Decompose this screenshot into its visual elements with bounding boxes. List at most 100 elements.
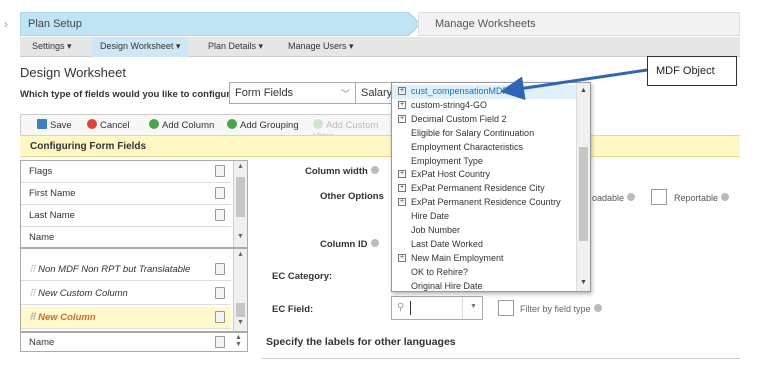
drag-handle-icon[interactable]: ⠿ bbox=[29, 264, 38, 274]
list-item[interactable]: First Name bbox=[21, 183, 231, 205]
dropdown-option[interactable]: + New Main Employment bbox=[392, 252, 576, 266]
scroll-down-icon[interactable]: ▼ bbox=[580, 279, 587, 286]
field-list-middle[interactable]: ⠿ Non MDF Non RPT but Translatable ⠿ New… bbox=[20, 248, 248, 332]
dropdown-option[interactable]: Employment Type bbox=[392, 155, 576, 169]
field-list-bottom[interactable]: Name ▲ ▼ bbox=[20, 332, 248, 352]
expand-plus-icon[interactable]: + bbox=[398, 114, 406, 123]
option-label: ExPat Host Country bbox=[411, 169, 491, 180]
cancel-icon bbox=[87, 119, 97, 129]
dropdown-option[interactable]: Eligible for Salary Continuation bbox=[392, 127, 576, 141]
expand-plus-icon[interactable]: + bbox=[398, 184, 406, 193]
help-icon[interactable] bbox=[627, 193, 636, 201]
help-icon[interactable] bbox=[593, 304, 602, 312]
scroll-thumb[interactable] bbox=[236, 303, 245, 317]
list-item[interactable]: Name bbox=[21, 333, 231, 351]
select-value: Salary bbox=[361, 87, 393, 99]
field-type-select[interactable]: Form Fields ﹀ bbox=[229, 82, 357, 104]
drag-handle-icon[interactable]: ⠿ bbox=[29, 312, 38, 322]
ec-field-label: EC Field: bbox=[272, 304, 314, 315]
help-icon[interactable] bbox=[370, 166, 379, 174]
trash-icon[interactable] bbox=[215, 187, 225, 199]
list-scrollbar[interactable]: ▲ ▼ bbox=[233, 161, 247, 247]
ec-field-combobox[interactable]: ⚲ ▼ bbox=[391, 296, 483, 320]
select-value: Form Fields bbox=[235, 87, 294, 99]
spinner-icon[interactable]: ▲ ▼ bbox=[235, 334, 242, 348]
dropdown-option[interactable]: Employment Characteristics bbox=[392, 141, 576, 155]
option-label: Employment Characteristics bbox=[411, 141, 524, 152]
expand-plus-icon[interactable]: + bbox=[398, 87, 406, 95]
field-list-top[interactable]: Flags First Name Last Name Name ▲ ▼ bbox=[20, 160, 248, 248]
list-item[interactable]: ⠿ New Custom Column bbox=[21, 283, 231, 305]
salary-select[interactable]: Salary bbox=[355, 82, 395, 104]
expand-plus-icon[interactable]: + bbox=[398, 198, 406, 207]
list-item[interactable]: Flags bbox=[21, 161, 231, 183]
cancel-button[interactable]: Cancel bbox=[87, 119, 130, 131]
menu-design-worksheet[interactable]: Design Worksheet ▾ bbox=[92, 37, 189, 57]
add-grouping-button[interactable]: Add Grouping bbox=[227, 119, 299, 131]
reportable-checkbox[interactable] bbox=[651, 189, 667, 205]
scroll-down-icon[interactable]: ▼ bbox=[237, 233, 244, 240]
list-scrollbar[interactable]: ▲ ▼ bbox=[233, 249, 247, 331]
trash-icon[interactable] bbox=[215, 311, 225, 323]
trash-icon[interactable] bbox=[215, 165, 225, 177]
trash-icon[interactable] bbox=[215, 287, 225, 299]
add-icon bbox=[149, 119, 159, 129]
menu-plan-details[interactable]: Plan Details ▾ bbox=[208, 41, 263, 52]
option-label: ExPat Permanent Residence Country bbox=[411, 197, 561, 208]
dropdown-option[interactable]: Original Hire Date bbox=[392, 280, 576, 291]
menu-settings[interactable]: Settings ▾ bbox=[32, 41, 72, 52]
process-step-manage-worksheets[interactable]: Manage Worksheets bbox=[418, 12, 740, 36]
configure-question: Which type of fields would you like to c… bbox=[20, 89, 239, 100]
dropdown-option[interactable]: OK to Rehire? bbox=[392, 266, 576, 280]
dropdown-option[interactable]: Last Date Worked bbox=[392, 238, 576, 252]
dropdown-option[interactable]: Hire Date bbox=[392, 210, 576, 224]
scroll-thumb[interactable] bbox=[236, 177, 245, 217]
trash-icon[interactable] bbox=[215, 336, 225, 348]
dropdown-option[interactable]: Job Number bbox=[392, 224, 576, 238]
callout-arrow bbox=[500, 68, 648, 100]
list-item-selected[interactable]: ⠿ New Column bbox=[21, 307, 231, 329]
list-item[interactable]: Name bbox=[21, 227, 231, 247]
text-cursor bbox=[410, 301, 411, 315]
add-icon bbox=[313, 119, 323, 129]
process-chevron-icon[interactable]: › bbox=[4, 17, 8, 31]
dropdown-scrollbar[interactable]: ▲ ▼ bbox=[576, 83, 590, 291]
step-label: Manage Worksheets bbox=[435, 18, 536, 30]
scroll-thumb[interactable] bbox=[579, 147, 588, 241]
callout-label: MDF Object bbox=[656, 65, 715, 77]
option-label: Original Hire Date bbox=[411, 280, 483, 291]
dropdown-option[interactable]: + custom-string4-GO bbox=[392, 99, 576, 113]
toolbar: Save Cancel Add Column Add Grouping Add … bbox=[20, 114, 398, 142]
mdf-object-callout: MDF Object bbox=[647, 56, 737, 86]
list-item[interactable]: Last Name bbox=[21, 205, 231, 227]
help-icon[interactable] bbox=[721, 193, 730, 201]
ec-field-dropdown[interactable]: + cust_compensationMDF + custom-string4-GO +… bbox=[391, 82, 591, 292]
divider bbox=[462, 297, 463, 319]
menu-manage-users[interactable]: Manage Users ▾ bbox=[288, 41, 354, 52]
add-column-button[interactable]: Add Column bbox=[149, 119, 214, 131]
chevron-down-icon[interactable]: ▼ bbox=[470, 303, 477, 310]
list-item[interactable]: ⠿ Non MDF Non RPT but Translatable bbox=[21, 259, 231, 281]
dropdown-option[interactable]: + ExPat Permanent Residence Country bbox=[392, 196, 576, 210]
dropdown-option[interactable]: + ExPat Host Country bbox=[392, 168, 576, 182]
expand-plus-icon[interactable]: + bbox=[398, 170, 406, 179]
process-step-plan-setup[interactable]: Plan Setup bbox=[20, 12, 420, 36]
save-button[interactable]: Save bbox=[37, 119, 72, 131]
trash-icon[interactable] bbox=[215, 263, 225, 275]
loadable-label: oadable bbox=[592, 193, 636, 203]
scroll-up-icon[interactable]: ▲ bbox=[237, 251, 244, 258]
option-label: Decimal Custom Field 2 bbox=[411, 113, 507, 124]
filter-by-field-type-checkbox[interactable] bbox=[498, 300, 514, 316]
dropdown-option[interactable]: + ExPat Permanent Residence City bbox=[392, 182, 576, 196]
expand-plus-icon[interactable]: + bbox=[398, 100, 406, 109]
dropdown-option[interactable]: + Decimal Custom Field 2 bbox=[392, 113, 576, 127]
scroll-down-icon[interactable]: ▼ bbox=[237, 319, 244, 326]
expand-plus-icon[interactable]: + bbox=[398, 253, 406, 262]
scroll-up-icon[interactable]: ▲ bbox=[237, 163, 244, 170]
languages-heading: Specify the labels for other languages bbox=[266, 336, 456, 348]
ec-category-label: EC Category: bbox=[272, 271, 333, 282]
help-icon[interactable] bbox=[370, 239, 379, 247]
trash-icon[interactable] bbox=[215, 209, 225, 221]
drag-handle-icon[interactable]: ⠿ bbox=[29, 288, 38, 298]
option-label: ExPat Permanent Residence City bbox=[411, 183, 545, 194]
